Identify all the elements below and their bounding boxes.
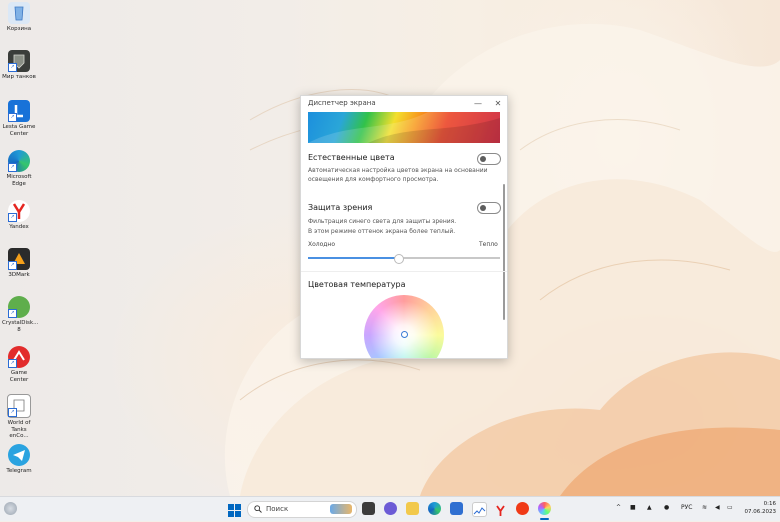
recycle-bin-icon (8, 2, 30, 24)
lesta-icon: ↗ (8, 100, 30, 122)
show-hidden-icons-chevron-icon[interactable]: ^ (616, 504, 621, 511)
widgets-icon[interactable] (4, 502, 17, 515)
language-indicator[interactable]: РУС (681, 504, 692, 511)
eye-protection-description-2: В этом режиме оттенок экрана более теплы… (308, 228, 456, 235)
natural-colors-toggle[interactable] (477, 153, 501, 165)
game-center-icon: ↗ (8, 346, 30, 368)
desktop-icon-label: World of Tanks enCo... (7, 420, 31, 439)
desktop-icon-label: CrystalDisk... 8 (2, 320, 39, 333)
wot-shortcut-icon: ↗ (7, 394, 31, 418)
search-highlight-image (330, 504, 352, 514)
toggle-knob (480, 205, 486, 211)
close-button[interactable]: ✕ (491, 97, 505, 111)
section-divider (301, 271, 507, 272)
task-manager-icon[interactable] (472, 502, 487, 517)
desktop-icon-label: Telegram (6, 468, 32, 474)
eye-protection-description-1: Фильтрация синего света для защиты зрени… (308, 218, 457, 225)
clock-time: 0:16 (763, 501, 776, 507)
desktop-icon-recycle-bin[interactable]: Корзина (2, 2, 36, 33)
desktop-icon-label: Корзина (6, 26, 32, 32)
telegram-icon (8, 444, 30, 466)
clock-date: 07.06.2023 (744, 509, 777, 515)
battery-icon[interactable]: ▭ (727, 504, 733, 511)
color-temperature-wheel[interactable] (364, 295, 444, 358)
eye-protection-toggle[interactable] (477, 202, 501, 214)
natural-colors-description: Автоматическая настройка цветов экрана н… (308, 167, 488, 183)
slider-fill (308, 257, 399, 259)
desktop-icon-label: 3DMark (8, 272, 30, 278)
taskbar-clock[interactable]: 0:16 07.06.2023 (742, 500, 777, 516)
color-picker-handle[interactable] (401, 331, 408, 338)
desktop-icon-label: Lesta Game Center (2, 124, 36, 137)
display-manager-taskbar-icon[interactable] (538, 502, 551, 515)
yandex-taskbar-icon[interactable] (494, 502, 507, 516)
color-banner-image (308, 112, 500, 143)
banner-waves (308, 112, 500, 143)
desktop-icon-label: Microsoft Edge (6, 174, 32, 187)
edge-icon: ↗ (8, 150, 30, 172)
taskbar: Поиск ^ ■ ▲ ● РУС ≋ ◀ ▭ 0:16 07.06.2023 (0, 496, 780, 521)
search-icon (254, 505, 262, 513)
toggle-knob (480, 156, 486, 162)
3dmark-icon: ↗ (8, 248, 30, 270)
natural-colors-label: Естественные цвета (308, 153, 395, 162)
desktop-icon-telegram[interactable]: Telegram (2, 444, 36, 475)
display-manager-window: Диспетчер экрана — ✕ Естественные цвета … (300, 95, 508, 359)
windows-logo-icon (228, 504, 241, 517)
eye-protection-label: Защита зрения (308, 203, 373, 212)
warmth-slider[interactable] (308, 254, 500, 264)
warm-label: Тепло (479, 241, 498, 248)
chat-icon[interactable] (384, 502, 397, 515)
microphone-tray-icon[interactable]: ● (664, 504, 669, 511)
taskbar-search[interactable]: Поиск (247, 501, 357, 518)
cold-label: Холодно (308, 241, 336, 248)
desktop-icon-wot-shortcut[interactable]: ↗ World of Tanks enCo... (2, 394, 36, 440)
desktop-icon-edge[interactable]: ↗ Microsoft Edge (2, 150, 36, 187)
volume-icon[interactable]: ◀ (715, 504, 720, 511)
crystaldisk-icon: ↗ (8, 296, 30, 318)
app-tray-icon[interactable]: ■ (630, 504, 636, 511)
desktop-icon-tank-game[interactable]: ↗ Мир танков (2, 50, 36, 81)
window-scrollbar[interactable] (503, 184, 505, 320)
desktop-icon-game-center[interactable]: ↗ Game Center (2, 346, 36, 383)
start-button[interactable] (228, 502, 241, 517)
desktop-icon-crystaldisk[interactable]: ↗ CrystalDisk... 8 (2, 296, 39, 333)
window-titlebar[interactable]: Диспетчер экрана — ✕ (301, 96, 507, 112)
desktop-icon-label: Yandex (9, 224, 29, 230)
wifi-icon[interactable]: ≋ (702, 504, 707, 511)
file-explorer-icon[interactable] (406, 502, 419, 515)
desktop-icon-lesta[interactable]: ↗ Lesta Game Center (2, 100, 36, 137)
desktop-icon-label: Мир танков (2, 74, 36, 80)
desktop-icon-3dmark[interactable]: ↗ 3DMark (2, 248, 36, 279)
desktop-icon-yandex[interactable]: ↗ Yandex (2, 200, 36, 231)
edge-taskbar-icon[interactable] (428, 502, 441, 515)
desktop-icon-label: Game Center (9, 370, 29, 383)
search-placeholder: Поиск (266, 505, 289, 513)
color-temperature-label: Цветовая температура (308, 280, 406, 289)
window-title: Диспетчер экрана (308, 99, 376, 107)
slider-thumb[interactable] (394, 254, 405, 264)
yandex-app-icon[interactable] (516, 502, 529, 515)
tank-game-icon: ↗ (8, 50, 30, 72)
network-tray-icon[interactable]: ▲ (647, 504, 652, 511)
yandex-browser-icon: ↗ (8, 200, 30, 222)
minimize-button[interactable]: — (471, 97, 485, 111)
task-view-icon[interactable] (362, 502, 375, 515)
microsoft-store-icon[interactable] (450, 502, 463, 515)
